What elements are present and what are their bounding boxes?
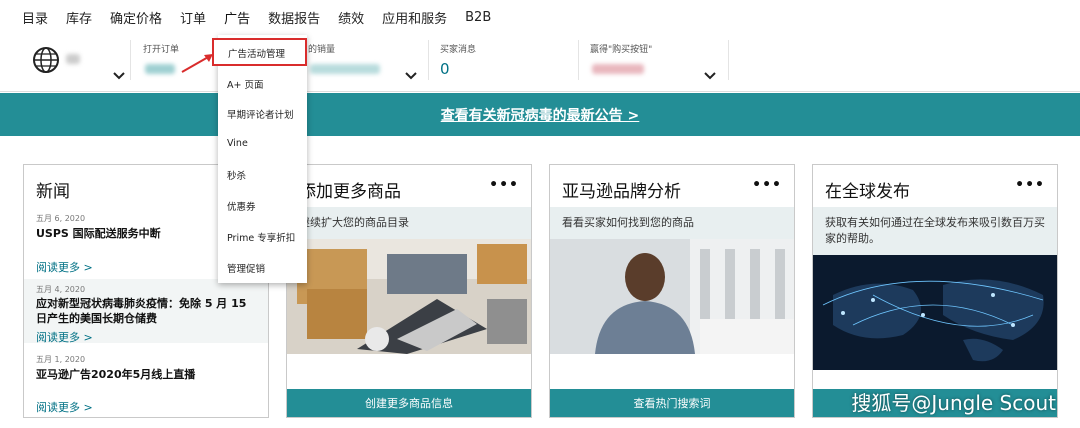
card-subtitle: 获取有关如何通过在全球发布来吸引数百万买家的帮助。 [813,207,1057,255]
dropdown-item-early-reviewer[interactable]: 早期评论者计划 [227,107,294,121]
news-headline[interactable]: 亚马逊广告2020年5月线上直播 [36,368,256,383]
create-listings-button[interactable]: 创建更多商品信息 [287,389,531,417]
divider [728,40,729,80]
buy-box-label: 赢得"购买按钮" [590,45,653,55]
chevron-down-icon[interactable] [113,72,125,80]
sales-label: 的销量 [308,45,336,55]
news-date: 五月 6, 2020 [36,214,86,223]
dropdown-item-lightning-deals[interactable]: 秒杀 [227,168,246,182]
watermark: 搜狐号@Jungle Scout [851,391,1056,415]
dropdown-item-coupons[interactable]: 优惠券 [227,199,256,213]
card-subtitle: 继续扩大您的商品目录 [287,207,531,239]
card-title: 在全球发布 [825,182,910,202]
news-headline[interactable]: 应对新型冠状病毒肺炎疫情：免除 5 月 15 日产生的美国长期仓储费 [36,297,256,327]
dropdown-item-manage-promotions[interactable]: 管理促销 [227,261,265,275]
add-products-card: 添加更多商品 ••• 继续扩大您的商品目录 创建更多商品信息 [286,164,532,418]
news-read-more-link[interactable]: 阅读更多 > [36,399,93,415]
more-options-icon[interactable]: ••• [1015,177,1045,193]
world-map-image [813,255,1057,370]
blurred-value [66,54,80,64]
more-options-icon[interactable]: ••• [752,177,782,193]
banner-link[interactable]: 查看有关新冠病毒的最新公告 > [441,105,640,125]
buyer-messages-count[interactable]: 0 [440,60,450,78]
man-on-phone-image [550,239,794,354]
open-orders-label: 打开订单 [143,45,180,55]
nav-item-advertising[interactable]: 广告 [224,8,250,27]
card-title: 亚马逊品牌分析 [562,182,681,202]
buyer-messages-label: 买家消息 [440,45,477,55]
dropdown-item-prime-discount[interactable]: Prime 专享折扣 [227,230,295,244]
divider [578,40,579,80]
dropdown-item-vine[interactable]: Vine [227,138,248,149]
nav-item-catalog[interactable]: 目录 [22,8,48,27]
divider [130,40,131,80]
brand-analytics-card: 亚马逊品牌分析 ••• 看看买家如何找到您的商品 查看热门搜索词 [549,164,795,418]
card-title: 添加更多商品 [299,182,401,202]
covid-banner: 查看有关新冠病毒的最新公告 > [0,93,1080,136]
more-options-icon[interactable]: ••• [489,177,519,193]
dropdown-item-campaign-manager[interactable]: 广告活动管理 [212,38,307,66]
advertising-dropdown: A+ 页面 早期评论者计划 Vine 秒杀 优惠券 Prime 专享折扣 管理促… [218,35,307,283]
news-date: 五月 4, 2020 [36,285,86,294]
arrow-annotation-icon [181,54,213,73]
globe-icon[interactable] [32,46,60,74]
news-read-more-link[interactable]: 阅读更多 > [36,259,93,275]
nav-item-performance[interactable]: 绩效 [338,8,364,27]
nav-item-pricing[interactable]: 确定价格 [110,8,162,27]
metrics-bar: 打开订单 的销量 买家消息 0 赢得"购买按钮" [0,34,1080,92]
laptop-packing-image [287,239,531,354]
nav-item-orders[interactable]: 订单 [180,8,206,27]
top-nav: 目录 库存 确定价格 订单 广告 数据报告 绩效 应用和服务 B2B [0,0,1080,34]
dropdown-item-a-plus[interactable]: A+ 页面 [227,77,263,91]
nav-item-inventory[interactable]: 库存 [66,8,92,27]
divider [428,40,429,80]
news-date: 五月 1, 2020 [36,355,86,364]
card-subtitle: 看看买家如何找到您的商品 [550,207,794,239]
view-search-terms-button[interactable]: 查看热门搜索词 [550,389,794,417]
chevron-down-icon[interactable] [704,72,716,80]
chevron-down-icon[interactable] [405,72,417,80]
nav-item-apps-services[interactable]: 应用和服务 [382,8,447,27]
nav-item-reports[interactable]: 数据报告 [268,8,320,27]
blurred-value [145,64,175,74]
news-title: 新闻 [36,182,70,202]
nav-item-b2b[interactable]: B2B [465,10,491,25]
blurred-value [592,64,644,74]
global-selling-card: 在全球发布 ••• 获取有关如何通过在全球发布来吸引数百万买家的帮助。 [812,164,1058,418]
blurred-value [310,64,380,74]
dropdown-item-label: 广告活动管理 [228,49,286,60]
news-read-more-link[interactable]: 阅读更多 > [36,329,93,345]
